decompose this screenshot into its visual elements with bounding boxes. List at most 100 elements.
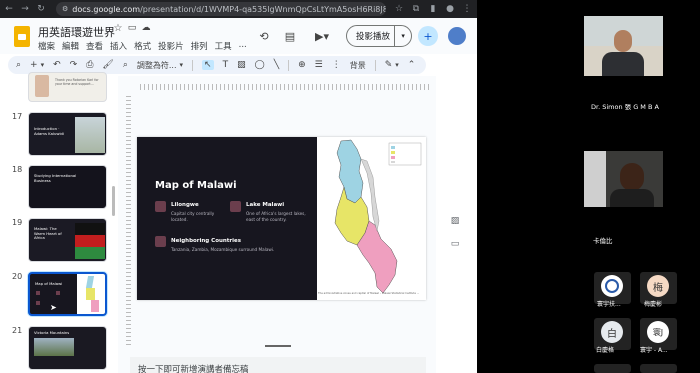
rotary-logo-icon	[605, 279, 619, 293]
slide-title[interactable]: Map of Malawi	[155, 180, 237, 191]
undo-icon[interactable]: ↶	[53, 60, 61, 70]
more-icon[interactable]: ⋮	[332, 60, 341, 70]
menu-item-more[interactable]: ...	[239, 40, 247, 52]
participant-label: 梅慶彬	[644, 301, 663, 308]
text-box-icon[interactable]: T	[223, 60, 229, 70]
participant-head	[614, 30, 632, 52]
meet-icon[interactable]: ▶▾	[310, 28, 334, 44]
menu-item-view[interactable]: 查看	[86, 40, 103, 52]
thumbnail-title: Malawi: The Warm Heart of Africa	[34, 226, 62, 241]
share-button[interactable]: +	[418, 26, 438, 46]
item-title-neighbors[interactable]: Neighboring Countries	[171, 238, 241, 244]
horizontal-ruler	[140, 84, 430, 90]
menu-item-insert[interactable]: 插入	[110, 40, 127, 52]
slide-thumbnail[interactable]: Malawi: The Warm Heart of Africa	[28, 218, 107, 262]
comments-icon[interactable]: ▤	[282, 28, 298, 44]
image-icon[interactable]: ▨	[237, 60, 246, 70]
participant-tile[interactable]	[640, 364, 677, 373]
account-avatar[interactable]	[448, 27, 466, 45]
present-button[interactable]: 投影播放 ▾	[346, 25, 412, 47]
zoom-icon[interactable]: ⌕	[123, 60, 128, 70]
background-button[interactable]: 背景	[350, 60, 366, 71]
participant-tile[interactable]	[594, 364, 631, 373]
item-title-lake-malawi[interactable]: Lake Malawi	[246, 202, 284, 208]
speaker-notes[interactable]: 按一下即可新增演講者備忘稿	[130, 357, 426, 373]
slide-editor[interactable]: Map of Malawi Lilongwe Capital city cent…	[137, 137, 426, 300]
thumbnail-bullet	[56, 291, 60, 295]
sidepanel-icon[interactable]: ▮	[426, 2, 440, 16]
slide-thumbnail[interactable]: Introduction · Adams Kaluwidi	[28, 112, 107, 156]
slides-logo-icon[interactable]	[14, 26, 30, 47]
filmstrip: Thank you Rotarian Karl for your time an…	[0, 72, 118, 373]
comment-add-icon[interactable]: ⊕	[298, 60, 306, 70]
slide-thumbnail-selected[interactable]: Map of Malawi ➤	[28, 272, 107, 316]
menu-item-tools[interactable]: 工具	[215, 40, 232, 52]
search-menus-icon[interactable]: ⌕	[16, 60, 21, 70]
menu-item-file[interactable]: 檔案	[38, 40, 55, 52]
participant-head	[620, 163, 644, 191]
mouse-cursor-icon: ➤	[50, 303, 57, 312]
participant-video[interactable]	[584, 16, 663, 76]
vertical-ruler	[126, 96, 131, 346]
notes-resize-handle[interactable]	[265, 345, 291, 347]
document-title[interactable]: 用英語環遊世界	[38, 24, 115, 40]
address-bar[interactable]: ⚙ docs.google.com/presentation/d/1WVMP4-…	[56, 2, 386, 16]
menu-item-arrange[interactable]: 排列	[191, 40, 208, 52]
shape-icon[interactable]: ◯	[255, 60, 265, 70]
chevron-down-icon[interactable]: ▾	[180, 61, 184, 69]
bulleted-list-icon[interactable]: ☰	[315, 60, 323, 70]
slide-thumbnail[interactable]: Studying International Business	[28, 165, 107, 209]
print-icon[interactable]: ⎙	[86, 60, 93, 70]
folder-icon[interactable]: ▭	[449, 238, 461, 250]
filmstrip-scrollbar[interactable]	[112, 186, 115, 216]
extensions-icon[interactable]: ⧉	[409, 2, 423, 16]
item-text-lilongwe[interactable]: Capital city centrally located.	[171, 211, 223, 224]
window-background	[584, 151, 606, 207]
slide-number: 21	[12, 326, 23, 335]
site-info-icon[interactable]: ⚙	[62, 5, 68, 13]
participant-avatar: 梅	[647, 275, 669, 297]
image-panel-icon[interactable]: ▨	[449, 215, 461, 227]
participant-video[interactable]	[584, 151, 663, 207]
participant-label: 白慶格	[596, 347, 615, 354]
slide-thumbnail[interactable]: Victoria Mountains	[28, 326, 107, 370]
item-text-lake-malawi[interactable]: One of Africa's largest lakes, east of t…	[246, 211, 306, 224]
slide-thumbnail[interactable]: Thank you Rotarian Karl for your time an…	[28, 72, 107, 102]
zoom-select[interactable]: 調整為符...	[137, 60, 177, 71]
thumbnail-photo	[75, 117, 105, 153]
menu-item-format[interactable]: 格式	[134, 40, 151, 52]
item-title-lilongwe[interactable]: Lilongwe	[171, 202, 199, 208]
back-arrow-icon[interactable]: ←	[2, 2, 16, 16]
menu-item-slide[interactable]: 投影片	[158, 40, 184, 52]
forward-arrow-icon[interactable]: →	[18, 2, 32, 16]
malawi-map-image[interactable]	[317, 137, 426, 300]
item-text-neighbors[interactable]: Tanzania, Zambia, Mozambique surround Ma…	[171, 247, 311, 253]
line-icon[interactable]: ╲	[274, 60, 279, 70]
history-icon[interactable]: ⟲	[256, 28, 272, 44]
pen-icon[interactable]: ✎	[385, 60, 393, 70]
menu-item-edit[interactable]: 編輯	[62, 40, 79, 52]
chevron-down-icon[interactable]: ▾	[394, 26, 411, 46]
chevron-down-icon[interactable]: ▾	[41, 61, 45, 69]
add-person-icon: +	[423, 29, 433, 43]
cloud-status-icon[interactable]: ☁	[138, 20, 154, 36]
select-cursor-icon[interactable]: ↖	[202, 60, 214, 70]
bullet-box	[230, 201, 241, 212]
slide-number: 20	[12, 272, 23, 281]
menu-bar: 檔案 編輯 查看 插入 格式 投影片 排列 工具 ...	[38, 40, 247, 52]
collapse-toolbar-icon[interactable]: ⌃	[408, 60, 416, 70]
new-slide-icon[interactable]: +	[30, 60, 38, 70]
chevron-down-icon[interactable]: ▾	[395, 61, 399, 69]
thumbnail-caption: Thank you Rotarian Karl for your time an…	[55, 78, 99, 86]
chrome-menu-icon[interactable]: ⋮	[460, 2, 474, 16]
speaker-notes-placeholder: 按一下即可新增演講者備忘稿	[138, 365, 249, 373]
bookmark-star-icon[interactable]: ☆	[392, 2, 406, 16]
paint-format-icon[interactable]: 🖌	[102, 60, 113, 70]
participant-label: 寰宇扶...	[597, 301, 621, 308]
thumbnail-bullet	[36, 291, 40, 295]
toolbar-divider	[288, 59, 290, 71]
reload-icon[interactable]: ↻	[34, 2, 48, 16]
profile-icon[interactable]: ●	[443, 2, 457, 16]
redo-icon[interactable]: ↷	[70, 60, 78, 70]
participant-avatar: 白	[601, 321, 623, 343]
